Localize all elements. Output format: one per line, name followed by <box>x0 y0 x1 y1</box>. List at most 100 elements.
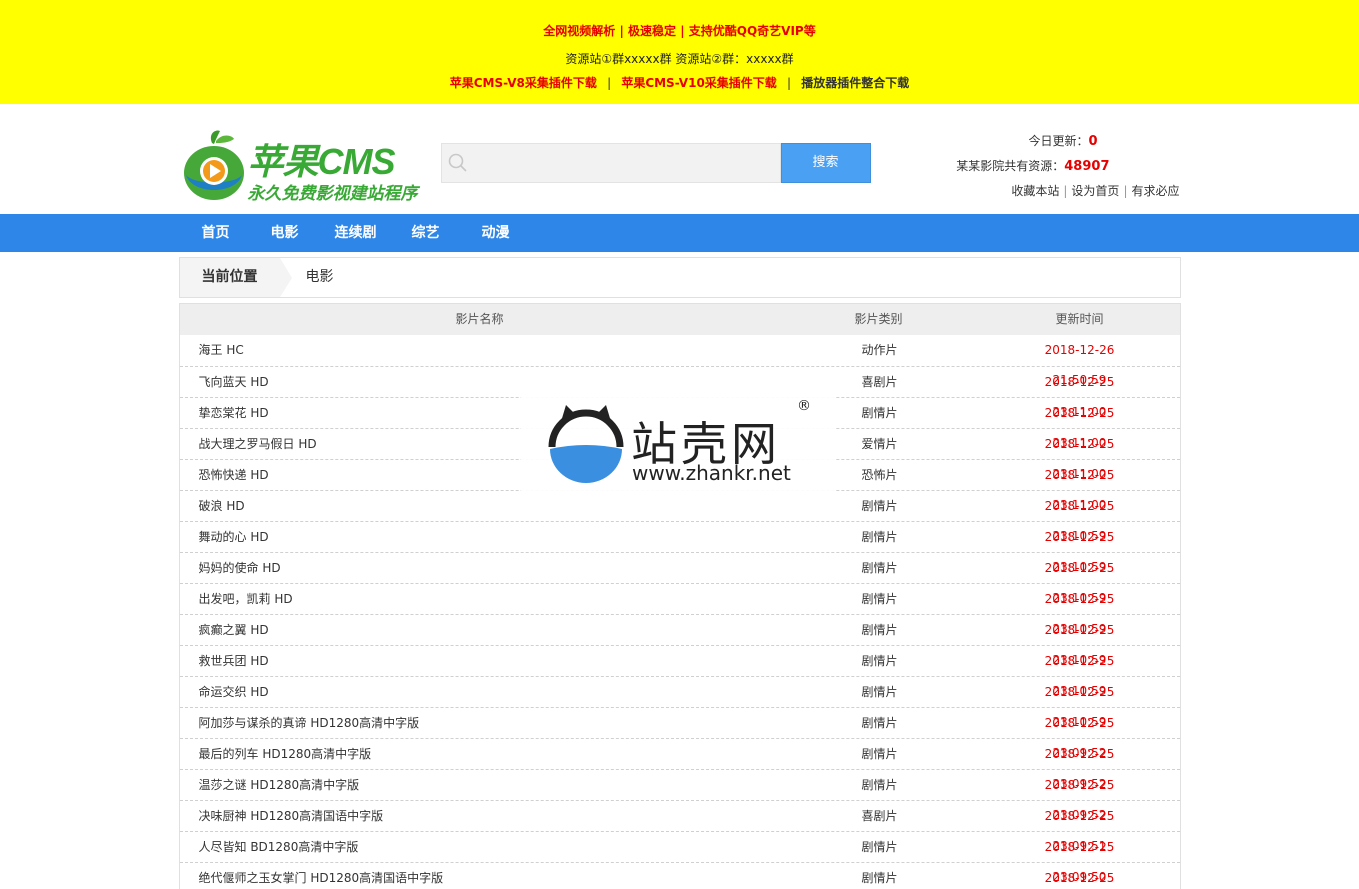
separator: | <box>787 76 792 90</box>
table-row: 绝代偃师之玉女掌门 HD1280高清国语中字版 剧情片 2018-12-25 22:… <box>179 862 1180 889</box>
movie-title-link[interactable]: 飞向蓝天 HD <box>199 367 269 397</box>
update-time: 2018-12-25 22:09:51 <box>1044 871 1115 885</box>
main-nav: 首页 电影 连续剧 综艺 动漫 <box>0 214 1359 252</box>
table-row: 温莎之谜 HD1280高清中字版 剧情片 2018-12-25 23:09:52 <box>179 769 1180 822</box>
movie-category: 喜剧片 <box>861 375 898 389</box>
movie-title-link[interactable]: 人尽皆知 BD1280高清中字版 <box>199 832 359 862</box>
movie-category: 剧情片 <box>861 871 898 885</box>
table-row: 飞向蓝天 HD 喜剧片 2018-12-25 23:11:00 <box>179 366 1180 419</box>
breadcrumb-current: 电影 <box>305 269 334 285</box>
logo-slogan: 永久免费影视建站程序 <box>247 184 418 204</box>
today-count: 0 <box>1088 134 1098 149</box>
nav-item-home[interactable]: 首页 <box>202 214 230 252</box>
table-header: 影片名称 影片类别 更新时间 <box>179 304 1180 335</box>
plugin-links: 苹果CMS-V8采集插件下载 | 苹果CMS-V10采集插件下载 | 播放器插件… <box>0 74 1359 94</box>
movie-title-link[interactable]: 舞动的心 HD <box>199 522 269 552</box>
movie-title-link[interactable]: 最后的列车 HD1280高清中字版 <box>199 739 372 769</box>
player-plugin-link[interactable]: 播放器插件整合下载 <box>801 76 909 90</box>
table-row: 决味厨神 HD1280高清国语中字版 喜剧片 2018-12-25 23:09:51 <box>179 800 1180 853</box>
nav-item-movies[interactable]: 电影 <box>271 214 299 252</box>
movie-category: 剧情片 <box>861 778 898 792</box>
total-resources: 某某影院共有资源：48907 <box>940 156 1180 181</box>
movie-category: 动作片 <box>861 343 898 357</box>
watermark: 站壳网 ® www.zhankr.net <box>521 394 836 492</box>
movie-title-link[interactable]: 温莎之谜 HD1280高清中字版 <box>199 770 360 800</box>
movie-category: 剧情片 <box>861 623 898 637</box>
header-name: 影片名称 <box>455 312 504 326</box>
site-stats: 今日更新：0 某某影院共有资源：48907 收藏本站 | 设为首页 | 有求必应 <box>940 131 1180 206</box>
table-row: 破浪 HD 剧情片 2018-12-25 23:10:59 <box>179 490 1180 543</box>
search-box <box>440 143 781 183</box>
movie-title-link[interactable]: 妈妈的使命 HD <box>199 553 281 583</box>
total-label: 某某影院共有资源： <box>956 159 1065 173</box>
nav-item-variety[interactable]: 综艺 <box>412 214 440 252</box>
movie-title-link[interactable]: 决味厨神 HD1280高清国语中字版 <box>199 801 384 831</box>
separator: | <box>1123 184 1128 198</box>
site-logo[interactable]: 苹果CMS 永久免费影视建站程序 <box>182 129 422 204</box>
search-input[interactable] <box>475 144 766 182</box>
v10-plugin-link[interactable]: 苹果CMS-V10采集插件下载 <box>621 76 777 90</box>
movie-title-link[interactable]: 出发吧，凯莉 HD <box>199 584 293 614</box>
header-time: 更新时间 <box>1055 312 1104 326</box>
apple-logo-icon <box>183 130 244 200</box>
table-row: 最后的列车 HD1280高清中字版 剧情片 2018-12-25 23:09:52 <box>179 738 1180 791</box>
movie-category: 剧情片 <box>861 840 898 854</box>
movie-list: 影片名称 影片类别 更新时间 海王 HC 动作片 2018-12-26 21:50:… <box>178 303 1181 889</box>
nav-item-series[interactable]: 连续剧 <box>335 214 377 252</box>
search-icon <box>448 153 468 173</box>
table-row: 阿加莎与谋杀的真谛 HD1280高清中字版 剧情片 2018-12-25 23:09… <box>179 707 1180 760</box>
watermark-url: www.zhankr.net <box>632 461 791 485</box>
total-count: 48907 <box>1064 159 1110 174</box>
logo-title: 苹果CMS <box>247 141 396 182</box>
announcement-headline: 全网视频解析 | 极速稳定 | 支持优酷QQ奇艺VIP等 <box>543 24 816 38</box>
set-home-link[interactable]: 设为首页 <box>1071 184 1119 198</box>
today-updates: 今日更新：0 <box>940 131 1180 156</box>
table-row: 出发吧，凯莉 HD 剧情片 2018-12-25 23:10:59 <box>179 583 1180 636</box>
movie-category: 恐怖片 <box>861 468 898 482</box>
movie-category: 剧情片 <box>861 654 898 668</box>
v8-plugin-link[interactable]: 苹果CMS-V8采集插件下载 <box>450 76 597 90</box>
movie-category: 剧情片 <box>861 716 898 730</box>
movie-category: 喜剧片 <box>861 809 898 823</box>
request-link[interactable]: 有求必应 <box>1131 184 1179 198</box>
movie-title-link[interactable]: 救世兵团 HD <box>199 646 269 676</box>
announcement-groups: 资源站①群xxxxx群 资源站②群：xxxxx群 <box>565 52 794 66</box>
movie-category: 剧情片 <box>861 561 898 575</box>
site-header: 苹果CMS 永久免费影视建站程序 搜索 今日更新：0 某某影院共有资源：4890… <box>180 104 1180 214</box>
breadcrumb-arrow <box>279 258 292 297</box>
movie-title-link[interactable]: 战大理之罗马假日 HD <box>199 429 317 459</box>
movie-category: 剧情片 <box>861 592 898 606</box>
movie-title-link[interactable]: 恐怖快递 HD <box>199 460 269 490</box>
nav-item-anime[interactable]: 动漫 <box>482 214 510 252</box>
table-row: 舞动的心 HD 剧情片 2018-12-25 23:10:59 <box>179 521 1180 574</box>
movie-category: 剧情片 <box>861 530 898 544</box>
movie-category: 剧情片 <box>861 406 898 420</box>
announcement-bar: 全网视频解析 | 极速稳定 | 支持优酷QQ奇艺VIP等 资源站①群xxxxx群… <box>0 0 1359 104</box>
bookmark-link[interactable]: 收藏本站 <box>1011 184 1059 198</box>
table-row: 命运交织 HD 剧情片 2018-12-25 23:10:59 <box>179 676 1180 729</box>
search-form: 搜索 <box>440 143 871 183</box>
movie-title-link[interactable]: 破浪 HD <box>199 491 245 521</box>
movie-title-link[interactable]: 命运交织 HD <box>199 677 269 707</box>
breadcrumb: 当前位置 电影 <box>178 257 1181 298</box>
search-button[interactable]: 搜索 <box>780 143 871 183</box>
movie-category: 剧情片 <box>861 747 898 761</box>
movie-category: 剧情片 <box>861 499 898 513</box>
movie-category: 剧情片 <box>861 685 898 699</box>
table-row: 海王 HC 动作片 2018-12-26 21:50:59 <box>180 335 1180 387</box>
movie-title-link[interactable]: 挚恋棠花 HD <box>199 398 269 428</box>
table-row: 妈妈的使命 HD 剧情片 2018-12-25 23:10:59 <box>179 552 1180 605</box>
movie-category: 爱情片 <box>861 437 898 451</box>
watermark-registered: ® <box>797 398 811 414</box>
movie-title-link[interactable]: 海王 HC <box>199 335 244 365</box>
header-category: 影片类别 <box>854 312 903 326</box>
separator: | <box>1063 184 1068 198</box>
movie-title-link[interactable]: 绝代偃师之玉女掌门 HD1280高清国语中字版 <box>199 863 444 889</box>
breadcrumb-label: 当前位置 <box>179 258 280 297</box>
separator: | <box>607 76 612 90</box>
cat-logo-icon <box>548 405 624 483</box>
movie-title-link[interactable]: 疯癫之翼 HD <box>199 615 269 645</box>
table-row: 救世兵团 HD 剧情片 2018-12-25 23:10:59 <box>179 645 1180 698</box>
movie-title-link[interactable]: 阿加莎与谋杀的真谛 HD1280高清中字版 <box>199 708 420 738</box>
quick-links: 收藏本站 | 设为首页 | 有求必应 <box>940 181 1179 206</box>
